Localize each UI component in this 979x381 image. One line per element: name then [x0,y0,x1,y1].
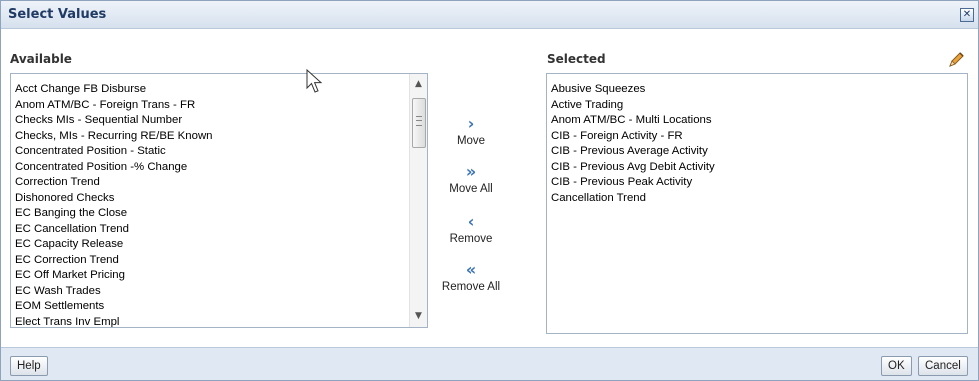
remove-icon: ‹ [467,212,475,231]
cancel-button[interactable]: Cancel [918,356,968,376]
selected-listbox[interactable]: Abusive Squeezes Active Trading Anom ATM/B… [546,73,968,334]
selected-list-item[interactable]: Cancellation Trend [551,191,715,207]
selected-list-item[interactable]: CIB - Previous Peak Activity [551,175,715,191]
move-button[interactable]: › Move [433,114,509,148]
available-list: Acct Change FB Disburse Anom ATM/BC - For… [15,82,213,328]
move-all-button[interactable]: » Move All [433,162,509,196]
scrollbar-thumb[interactable] [412,98,426,148]
selected-list-item[interactable]: CIB - Foreign Activity - FR [551,129,715,145]
scroll-down-icon[interactable]: ▼ [410,308,427,325]
remove-label: Remove [449,233,493,245]
available-list-item[interactable]: Correction Trend [15,175,213,191]
dialog-footer: Help OK Cancel [1,347,978,380]
selected-list-item[interactable]: CIB - Previous Avg Debit Activity [551,160,715,176]
selected-list-item[interactable]: Anom ATM/BC - Multi Locations [551,113,715,129]
available-list-item[interactable]: Elect Trans Inv Empl [15,315,213,328]
scroll-up-icon[interactable]: ▲ [410,76,427,93]
move-all-label: Move All [449,183,493,195]
move-all-icon: » [465,162,477,181]
available-list-item[interactable]: EOM Settlements [15,299,213,315]
selected-list-item[interactable]: Active Trading [551,98,715,114]
available-list-item[interactable]: EC Banging the Close [15,206,213,222]
available-listbox[interactable]: Acct Change FB Disburse Anom ATM/BC - For… [10,73,428,328]
available-list-item[interactable]: Checks, MIs - Recurring RE/BE Known [15,129,213,145]
available-label: Available [10,52,72,66]
available-list-item[interactable]: Acct Change FB Disburse [15,82,213,98]
dialog-title: Select Values [8,7,107,22]
help-button[interactable]: Help [10,356,48,376]
available-list-item[interactable]: Concentrated Position - Static [15,144,213,160]
pencil-icon[interactable] [946,50,966,70]
available-scrollbar[interactable]: ▲ ▼ [409,74,427,327]
selected-list-item[interactable]: Abusive Squeezes [551,82,715,98]
grip-icon [416,116,422,126]
selected-list-item[interactable]: CIB - Previous Average Activity [551,144,715,160]
move-label: Move [456,135,486,147]
available-list-item[interactable]: Dishonored Checks [15,191,213,207]
mouse-pointer-icon [306,69,323,93]
remove-all-icon: « [465,260,477,279]
select-values-dialog: Select Values ✕ Available Acct Change FB… [0,0,979,381]
available-list-item[interactable]: EC Correction Trend [15,253,213,269]
remove-all-label: Remove All [441,281,501,293]
available-list-item[interactable]: EC Capacity Release [15,237,213,253]
ok-button[interactable]: OK [881,356,912,376]
move-icon: › [467,114,475,133]
available-list-item[interactable]: EC Off Market Pricing [15,268,213,284]
selected-label: Selected [547,52,606,66]
available-list-item[interactable]: Anom ATM/BC - Foreign Trans - FR [15,98,213,114]
remove-button[interactable]: ‹ Remove [433,212,509,246]
available-list-item[interactable]: Checks MIs - Sequential Number [15,113,213,129]
dialog-titlebar: Select Values ✕ [1,1,978,29]
available-list-item[interactable]: Concentrated Position -% Change [15,160,213,176]
remove-all-button[interactable]: « Remove All [433,260,509,294]
selected-list: Abusive Squeezes Active Trading Anom ATM/B… [551,82,715,206]
available-list-item[interactable]: EC Wash Trades [15,284,213,300]
close-icon[interactable]: ✕ [960,8,974,22]
available-list-item[interactable]: EC Cancellation Trend [15,222,213,238]
